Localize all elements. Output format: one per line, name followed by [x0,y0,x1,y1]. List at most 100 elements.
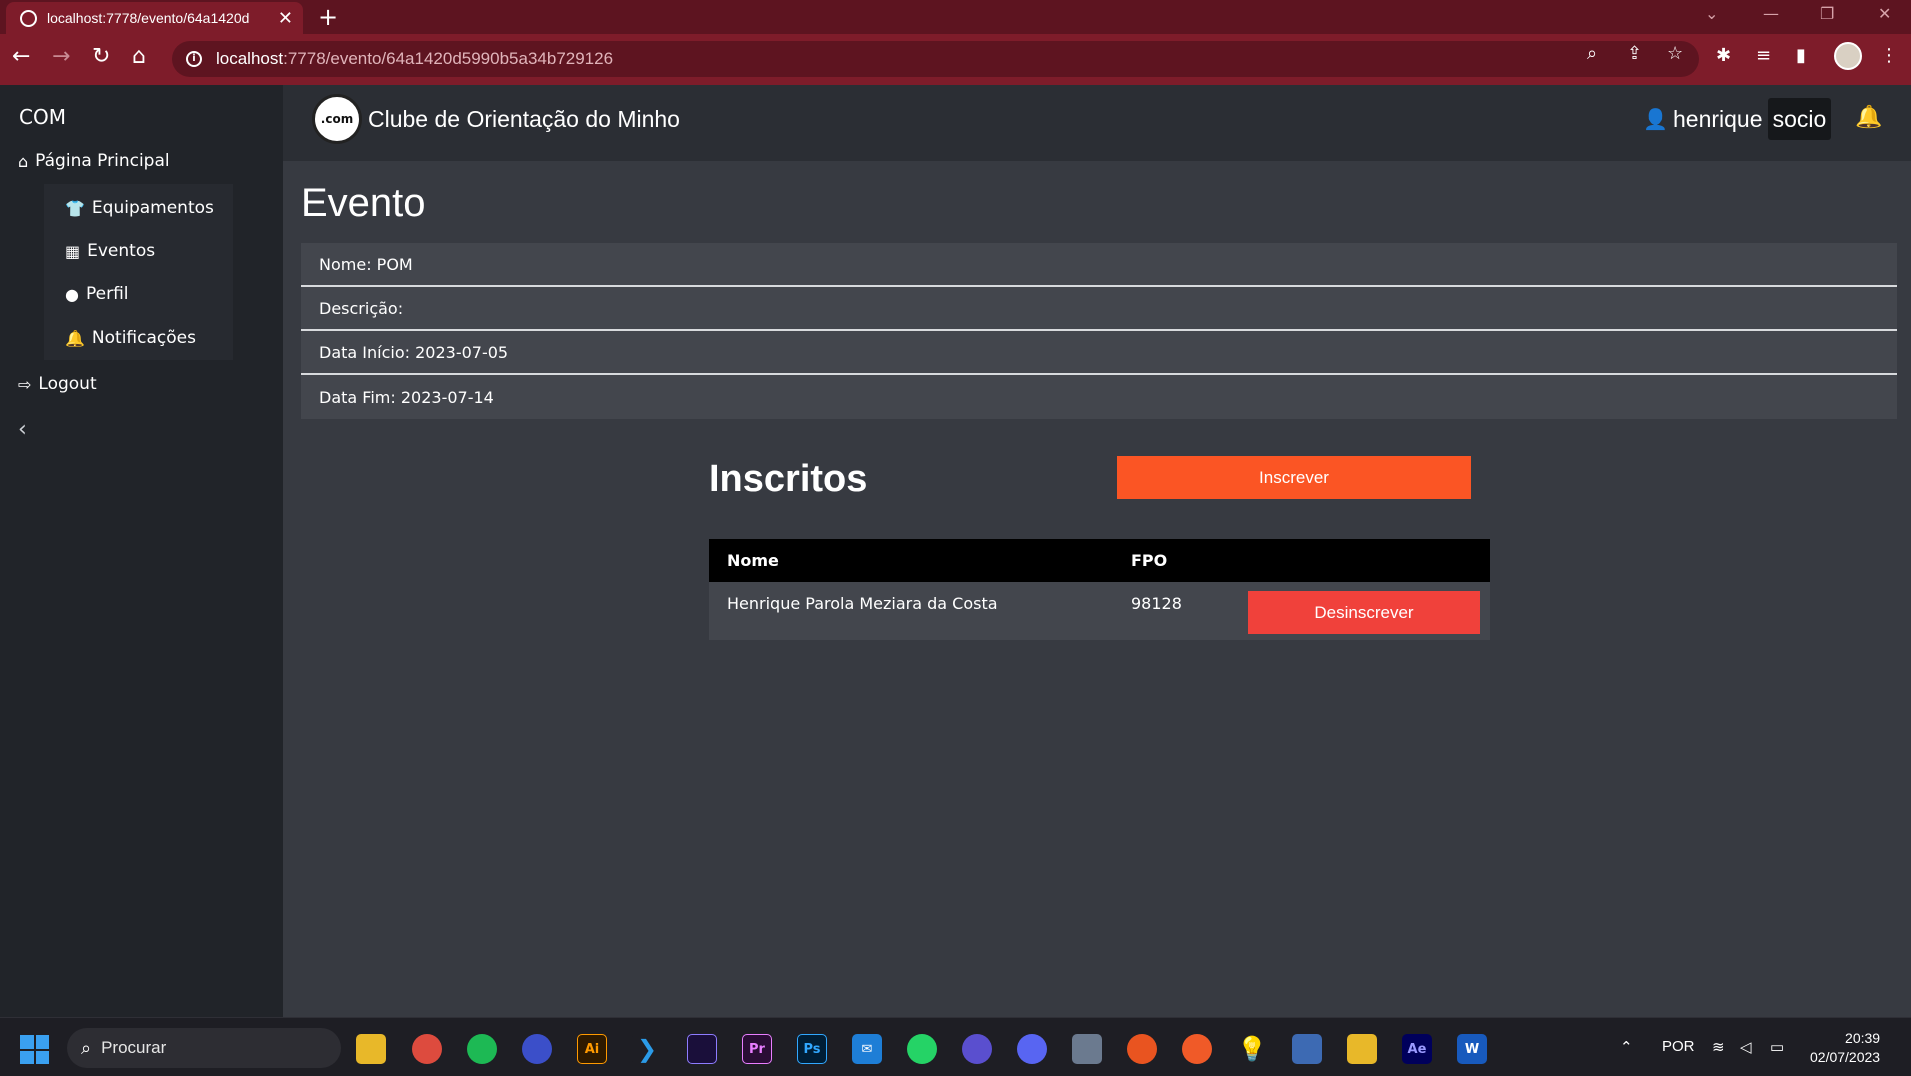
postman-icon[interactable] [1182,1034,1212,1064]
os-taskbar: ⌕ Procurar Ai ❯ Pr Ps ✉ 💡 Ae W ⌃ POR ≋ ◁… [0,1017,1911,1076]
user-icon: 👤 [1643,107,1668,131]
sidebar-brand[interactable]: COM [19,105,66,129]
home-icon[interactable]: ⌂ [132,44,146,69]
clock-date: 02/07/2023 [1810,1049,1881,1065]
browser-tab[interactable]: localhost:7778/evento/64a1420d ✕ [6,2,303,34]
extensions-icon[interactable]: ✱ [1716,45,1731,66]
volume-icon[interactable]: ◁ [1740,1038,1752,1056]
url-host: localhost [216,49,284,68]
browser-tabbar: localhost:7778/evento/64a1420d ✕ + ⌄ — ❐… [0,0,1911,34]
chevron-up-icon[interactable]: ⌃ [1620,1038,1633,1056]
event-field-data-fim: Data Fim: 2023-07-14 [301,375,1897,419]
app-icon[interactable] [1072,1034,1102,1064]
field-value: POM [376,254,413,274]
system-clock[interactable]: 20:39 02/07/2023 [1810,1029,1880,1067]
premiere-icon[interactable]: Pr [742,1034,772,1064]
user-name[interactable]: henrique [1673,106,1763,133]
sidebar-item-equipamentos[interactable]: 👕 Equipamentos [65,198,214,218]
language-indicator[interactable]: POR [1662,1038,1695,1055]
app-icon[interactable] [962,1034,992,1064]
row-fpo: 98128 [1131,594,1182,613]
forward-icon[interactable]: → [52,44,70,69]
battery-icon[interactable]: ▭ [1770,1038,1784,1056]
star-icon[interactable]: ☆ [1667,43,1683,64]
virtualbox-icon[interactable] [1292,1034,1322,1064]
unsubscribe-button[interactable]: Desinscrever [1248,591,1480,634]
lightbulb-icon[interactable]: 💡 [1237,1034,1267,1064]
premiere-rush-icon[interactable] [687,1034,717,1064]
subscribe-button[interactable]: Inscrever [1117,456,1471,499]
mail-icon[interactable]: ✉ [852,1034,882,1064]
restore-button[interactable]: ❐ [1820,4,1834,23]
spotify-icon[interactable] [467,1034,497,1064]
zoom-icon[interactable]: ⌕ [1587,43,1597,64]
sidebar-item-logout[interactable]: ⇨ Logout [18,374,97,394]
calendar-icon: ▦ [65,241,81,261]
word-icon[interactable]: W [1457,1034,1487,1064]
home-icon: ⌂ [18,151,29,171]
minimize-button[interactable]: — [1763,4,1779,23]
side-panel-icon[interactable]: ▮ [1796,45,1806,66]
role-badge: socio [1768,98,1831,140]
sidebar-item-eventos[interactable]: ▦ Eventos [65,241,155,261]
inscritos-title: Inscritos [709,458,868,500]
event-field-descricao: Descrição: [301,287,1897,331]
club-logo[interactable]: .com [312,94,362,144]
shirt-icon: 👕 [65,198,85,218]
info-icon[interactable]: i [186,51,202,67]
field-label: Data Fim: [319,387,396,407]
file-explorer-icon[interactable] [356,1034,386,1064]
logo-text: .com [320,112,354,126]
user-icon: ● [65,284,79,304]
sidebar-item-label: Perfil [85,284,129,304]
share-icon[interactable]: ⇪ [1627,43,1642,64]
field-label: Data Início: [319,342,411,362]
field-label: Nome: [319,254,372,274]
url-path: :7778/evento/64a1420d5990b5a34b729126 [283,49,614,68]
address-bar[interactable]: i localhost:7778/evento/64a1420d5990b5a3… [172,41,1699,77]
chevron-down-icon[interactable]: ⌄ [1705,4,1718,23]
whatsapp-icon[interactable] [907,1034,937,1064]
row-name: Henrique Parola Meziara da Costa [727,594,998,613]
reading-list-icon[interactable]: ≡ [1756,45,1771,66]
app-icon[interactable] [1347,1034,1377,1064]
site-title[interactable]: Clube de Orientação do Minho [368,106,680,133]
column-header-fpo: FPO [1131,551,1168,570]
sidebar-item-perfil[interactable]: ● Perfil [65,284,129,304]
close-window-button[interactable]: ✕ [1878,4,1891,23]
after-effects-icon[interactable]: Ae [1402,1034,1432,1064]
event-field-nome: Nome: POM [301,243,1897,287]
close-tab-icon[interactable]: ✕ [278,8,293,29]
photoshop-icon[interactable]: Ps [797,1034,827,1064]
globe-icon [20,9,37,27]
sidebar-item-notificacoes[interactable]: 🔔 Notificações [65,328,196,348]
new-tab-button[interactable]: + [318,3,338,31]
sidebar-item-label: Equipamentos [91,198,214,218]
windows-start-icon[interactable] [20,1035,49,1064]
chrome-icon[interactable] [412,1034,442,1064]
back-icon[interactable]: ← [12,44,30,69]
column-header-nome: Nome [727,551,779,570]
app-header: .com Clube de Orientação do Minho 👤 henr… [283,85,1911,161]
reload-icon[interactable]: ↻ [92,44,110,69]
menu-icon[interactable]: ⋮ [1880,45,1898,66]
discord-icon[interactable] [1017,1034,1047,1064]
browser-toolbar: ← → ↻ ⌂ i localhost:7778/evento/64a1420d… [0,34,1911,85]
collapse-sidebar-icon[interactable]: ‹ [18,417,27,442]
vscode-icon[interactable]: ❯ [632,1034,662,1064]
field-value: 2023-07-14 [400,387,494,407]
field-label: Descrição: [319,298,404,318]
illustrator-icon[interactable]: Ai [577,1034,607,1064]
taskbar-search[interactable]: ⌕ Procurar [67,1028,341,1068]
event-details: Nome: POM Descrição: Data Início: 2023-0… [301,243,1897,419]
sidebar-item-label: Logout [38,374,97,394]
field-value: 2023-07-05 [415,342,509,362]
ubuntu-icon[interactable] [1127,1034,1157,1064]
wifi-icon[interactable]: ≋ [1712,1038,1725,1056]
notifications-bell-icon[interactable]: 🔔 [1855,105,1882,130]
sidebar-item-home[interactable]: ⌂ Página Principal [18,151,170,171]
bell-icon: 🔔 [65,328,85,348]
app-icon[interactable] [522,1034,552,1064]
profile-avatar[interactable] [1834,42,1862,70]
page-title: Evento [301,181,426,225]
